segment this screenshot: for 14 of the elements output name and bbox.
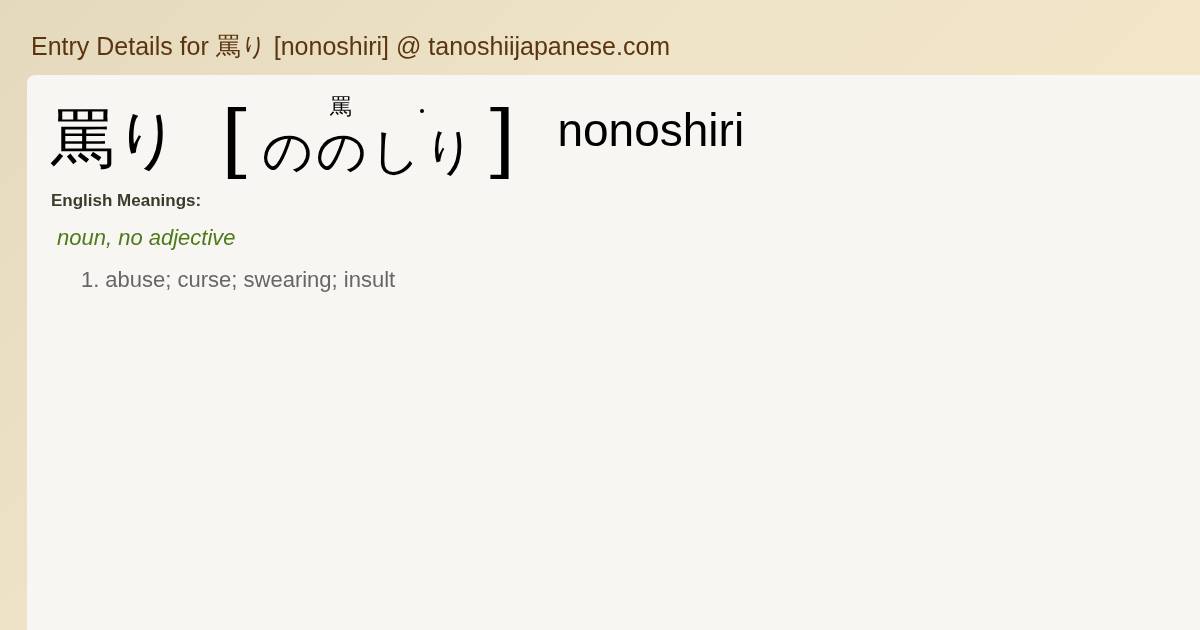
kanji-annotation: 罵: [330, 94, 353, 119]
reading-kana: の: [315, 121, 367, 181]
reading-kana: り: [423, 121, 475, 181]
page-title: Entry Details for 罵り [nonoshiri] @ tanoshiijapanese.com: [31, 31, 672, 62]
reading-kana: の: [261, 121, 313, 181]
japanese-word: 罵り: [51, 107, 181, 171]
meanings-label: English Meanings:: [51, 191, 203, 211]
bracket: [: [221, 101, 253, 181]
part-of-speech: noun, no adjective: [57, 225, 237, 251]
meaning-text: abuse; curse; swearing; insult: [105, 267, 396, 293]
meaning-number: 1.: [81, 267, 100, 293]
bracket: ]: [484, 101, 516, 181]
romaji-reading: nonoshiri: [557, 103, 745, 157]
reading-kana: し: [369, 121, 421, 181]
